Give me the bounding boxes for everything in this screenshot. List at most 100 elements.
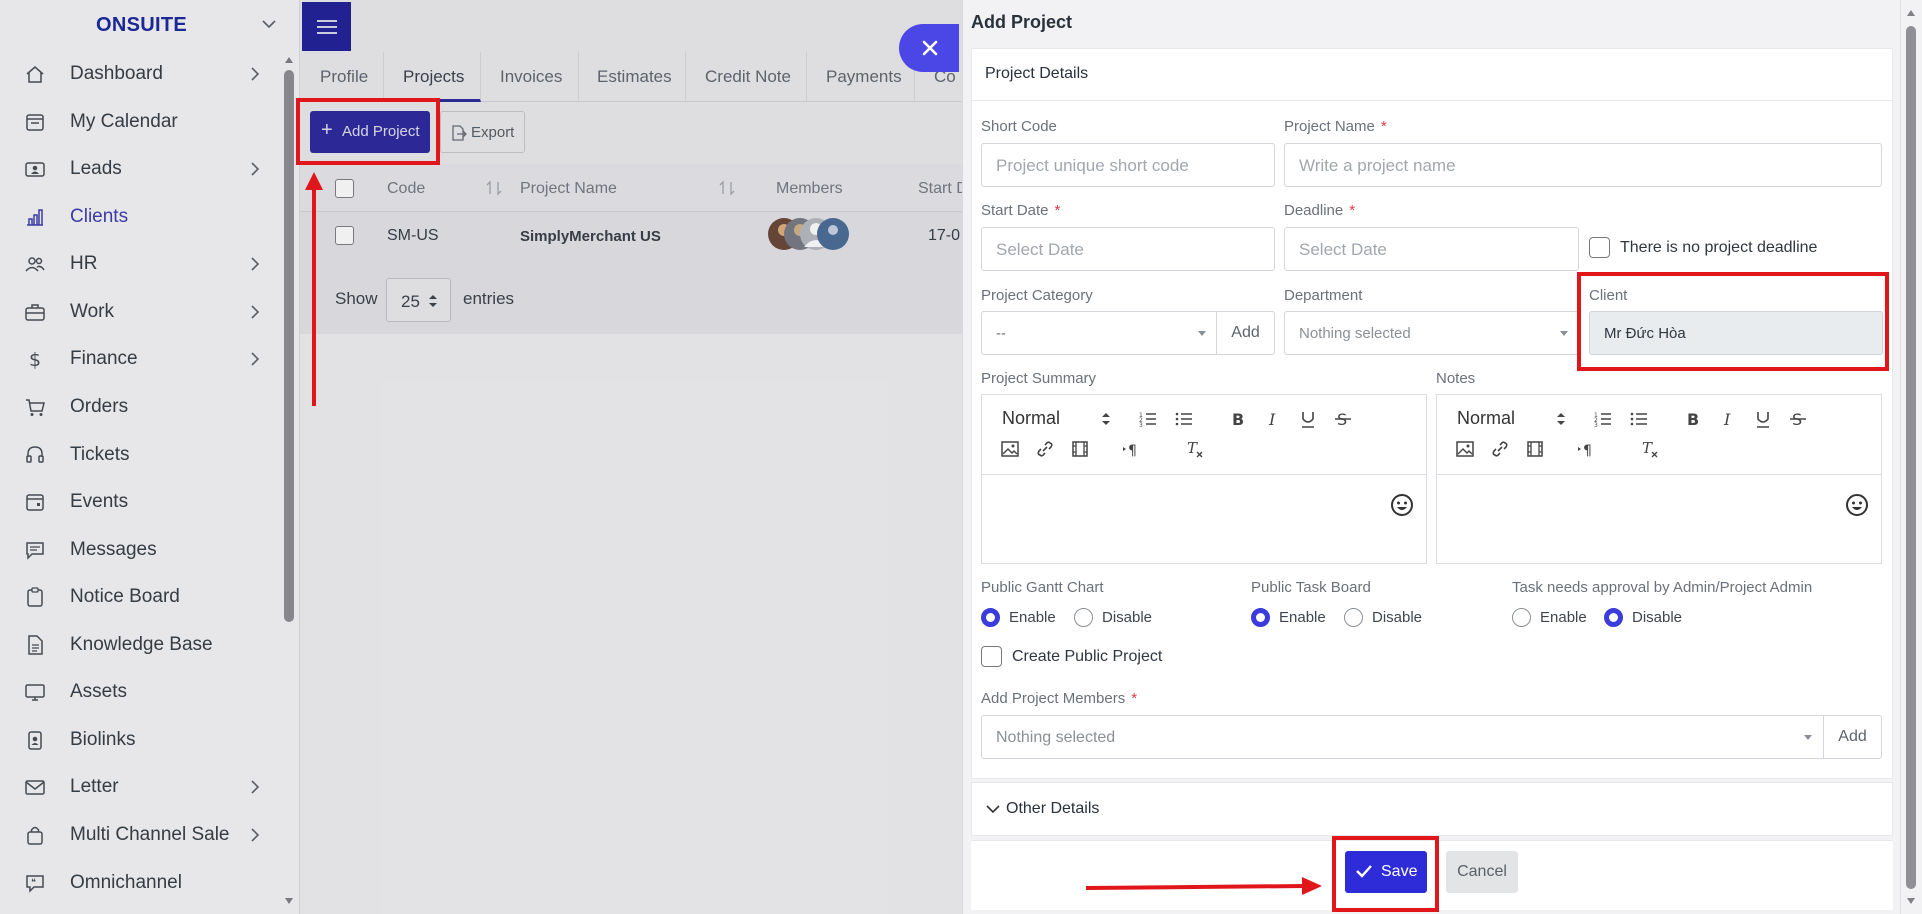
tab-invoices[interactable]: Invoices [481, 52, 579, 102]
link-icon[interactable] [1490, 439, 1510, 459]
underline-icon[interactable] [1753, 409, 1773, 429]
scroll-down-icon[interactable] [1906, 896, 1916, 906]
close-modal-button[interactable] [899, 24, 959, 72]
row-checkbox[interactable] [335, 226, 354, 245]
sidebar-item-notice-board[interactable]: Notice Board [0, 574, 280, 620]
taskboard-enable-radio[interactable] [1251, 608, 1270, 627]
svg-text:I: I [1723, 410, 1731, 429]
client-select[interactable]: Mr Đức Hòa [1589, 311, 1883, 355]
brand[interactable]: ONSUITE [0, 0, 300, 52]
video-icon[interactable] [1070, 439, 1090, 459]
scroll-up-icon[interactable] [284, 55, 294, 65]
modal-scrollbar-thumb[interactable] [1906, 26, 1916, 889]
italic-icon[interactable]: I [1718, 409, 1738, 429]
chevron-down-icon[interactable] [259, 14, 279, 34]
paragraph-direction-icon[interactable]: ¶ [1122, 439, 1142, 459]
sidebar-item-letter[interactable]: Letter [0, 764, 280, 810]
member-avatars[interactable] [767, 217, 853, 251]
sidebar-item-my-calendar[interactable]: My Calendar [0, 99, 280, 145]
clear-format-icon[interactable]: T [1185, 439, 1205, 459]
project-name-input[interactable]: Write a project name [1284, 143, 1882, 187]
cell-project-name[interactable]: SimplyMerchant US [520, 228, 661, 245]
tab-payments[interactable]: Payments [807, 52, 915, 102]
emoji-icon[interactable] [1845, 493, 1869, 517]
sidebar-scrollbar-thumb[interactable] [284, 70, 294, 622]
bullet-list-icon[interactable] [1174, 409, 1194, 429]
column-header-members[interactable]: Members [776, 180, 843, 198]
export-button[interactable]: Export [440, 111, 525, 153]
add-project-button[interactable]: + Add Project [310, 111, 430, 153]
sidebar-item-tickets[interactable]: Tickets [0, 432, 280, 478]
bullet-list-icon[interactable] [1629, 409, 1649, 429]
sidebar-item-biolinks[interactable]: Biolinks [0, 717, 280, 763]
paragraph-direction-icon[interactable]: ¶ [1577, 439, 1597, 459]
add-category-button[interactable]: Add [1216, 311, 1275, 355]
bold-icon[interactable]: B [1228, 409, 1248, 429]
deadline-input[interactable]: Select Date [1284, 227, 1579, 271]
public-project-checkbox[interactable] [981, 646, 1002, 667]
strikethrough-icon[interactable]: S [1333, 409, 1353, 429]
department-select[interactable]: Nothing selected [1284, 311, 1579, 355]
tab-credit-note[interactable]: Credit Note [686, 52, 807, 102]
sort-icon[interactable] [718, 180, 736, 196]
notes-editor[interactable]: Normal 123 B I S ¶ T [1436, 394, 1882, 564]
approval-enable-radio[interactable] [1512, 608, 1531, 627]
sidebar-item-omnichannel[interactable]: ❝ Omnichannel [0, 860, 280, 906]
sidebar-item-assets[interactable]: Assets [0, 669, 280, 715]
sidebar-item-clients[interactable]: Clients [0, 194, 280, 240]
format-select[interactable]: Normal [1457, 408, 1515, 429]
strikethrough-icon[interactable]: S [1788, 409, 1808, 429]
image-icon[interactable] [1455, 439, 1475, 459]
image-icon[interactable] [1000, 439, 1020, 459]
tab-profile[interactable]: Profile [300, 52, 384, 102]
column-header-start-date[interactable]: Start D [918, 180, 968, 198]
project-summary-editor[interactable]: Normal 123 B I S ¶ T [981, 394, 1427, 564]
save-button[interactable]: Save [1345, 851, 1427, 893]
sidebar-item-dashboard[interactable]: Dashboard [0, 51, 280, 97]
gantt-enable-radio[interactable] [981, 608, 1000, 627]
approval-disable-radio[interactable] [1604, 608, 1623, 627]
clear-format-icon[interactable]: T [1640, 439, 1660, 459]
scroll-down-icon[interactable] [284, 896, 294, 906]
required-marker: * [1131, 690, 1138, 707]
video-icon[interactable] [1525, 439, 1545, 459]
sidebar-item-messages[interactable]: Messages [0, 527, 280, 573]
sidebar-item-finance[interactable]: $ Finance [0, 336, 280, 382]
start-date-input[interactable]: Select Date [981, 227, 1275, 271]
tab-estimates[interactable]: Estimates [579, 52, 686, 102]
tab-projects[interactable]: Projects [384, 52, 481, 102]
other-details-toggle[interactable]: Other Details [971, 782, 1893, 836]
sidebar-item-events[interactable]: Events [0, 479, 280, 525]
sidebar-item-orders[interactable]: Orders [0, 384, 280, 430]
sidebar-item-knowledge-base[interactable]: Knowledge Base [0, 622, 280, 668]
sort-icon[interactable] [485, 180, 503, 196]
underline-icon[interactable] [1298, 409, 1318, 429]
bold-icon[interactable]: B [1683, 409, 1703, 429]
sidebar-item-leads[interactable]: Leads [0, 146, 280, 192]
taskboard-disable-radio[interactable] [1344, 608, 1363, 627]
modal-footer [971, 840, 1893, 910]
no-deadline-checkbox[interactable] [1589, 237, 1610, 258]
format-select[interactable]: Normal [1002, 408, 1060, 429]
gantt-disable-radio[interactable] [1074, 608, 1093, 627]
sidebar-item-multi-channel-sale[interactable]: Multi Channel Sale [0, 812, 280, 858]
column-header-code[interactable]: Code [387, 180, 425, 198]
italic-icon[interactable]: I [1263, 409, 1283, 429]
project-category-select[interactable]: -- [981, 311, 1217, 355]
menu-toggle-button[interactable] [302, 2, 351, 51]
select-all-checkbox[interactable] [335, 179, 354, 198]
cancel-button[interactable]: Cancel [1446, 851, 1518, 893]
short-code-input[interactable]: Project unique short code [981, 143, 1275, 187]
entries-per-page-select[interactable]: 25 [386, 278, 451, 322]
sidebar-item-hr[interactable]: HR [0, 241, 280, 287]
ordered-list-icon[interactable]: 123 [1138, 409, 1158, 429]
sidebar-item-work[interactable]: Work [0, 289, 280, 335]
add-member-button[interactable]: Add [1823, 715, 1882, 759]
project-members-select[interactable]: Nothing selected [981, 715, 1824, 759]
ordered-list-icon[interactable]: 123 [1593, 409, 1613, 429]
sidebar-item-label: Biolinks [70, 729, 136, 750]
emoji-icon[interactable] [1390, 493, 1414, 517]
column-header-project-name[interactable]: Project Name [520, 180, 617, 198]
scroll-up-icon[interactable] [1906, 8, 1916, 18]
link-icon[interactable] [1035, 439, 1055, 459]
